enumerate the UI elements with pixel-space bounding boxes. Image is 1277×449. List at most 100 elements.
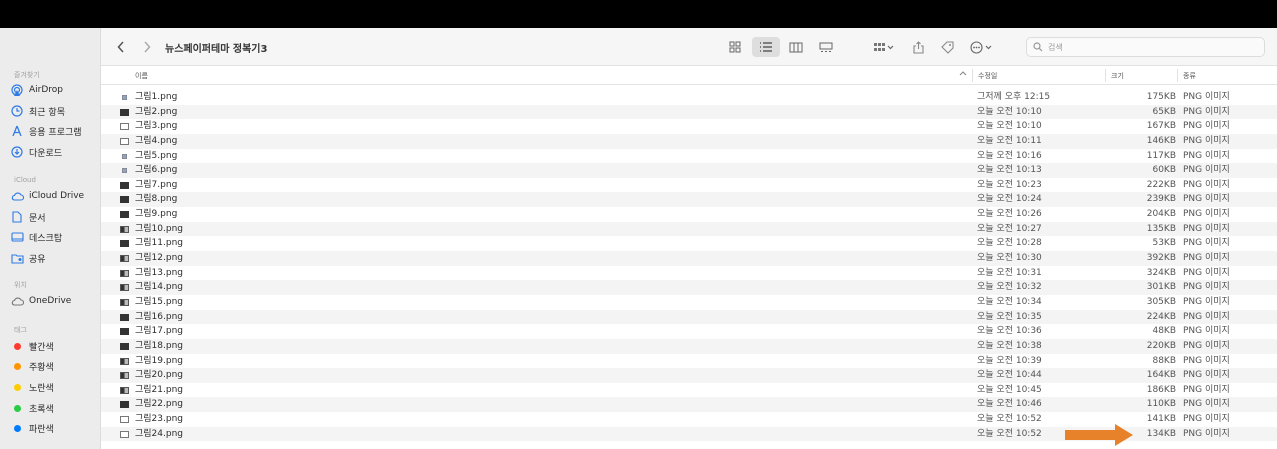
file-name: 그림6.png bbox=[135, 165, 178, 176]
file-size: 204KB bbox=[1146, 209, 1176, 220]
file-row[interactable]: 그림8.png 오늘 오전 10:24 239KB PNG 이미지 bbox=[101, 192, 1277, 208]
file-size: 186KB bbox=[1146, 384, 1176, 395]
file-list: 이름 수정일 크기 종류 그림1.png 그저께 오후 12:15 175KB PNG… bbox=[101, 66, 1277, 449]
png-file-icon bbox=[120, 137, 129, 145]
column-divider[interactable] bbox=[1105, 69, 1106, 82]
tag-dot-icon bbox=[14, 424, 21, 432]
column-header-kind[interactable]: 종류 bbox=[1183, 71, 1196, 81]
file-kind: PNG 이미지 bbox=[1183, 165, 1230, 176]
tag-red[interactable]: 빨간색 bbox=[10, 337, 54, 355]
file-row[interactable]: 그림9.png 오늘 오전 10:26 204KB PNG 이미지 bbox=[101, 207, 1277, 222]
file-kind: PNG 이미지 bbox=[1183, 282, 1230, 293]
gallery-view-button[interactable] bbox=[814, 37, 838, 57]
file-row[interactable]: 그림5.png 오늘 오전 10:16 117KB PNG 이미지 bbox=[101, 149, 1277, 164]
file-row[interactable]: 그림2.png 오늘 오전 10:10 65KB PNG 이미지 bbox=[101, 104, 1277, 120]
column-header-name[interactable]: 이름 bbox=[135, 71, 148, 81]
file-size: 239KB bbox=[1146, 194, 1176, 205]
file-row[interactable]: 그림17.png 오늘 오전 10:36 48KB PNG 이미지 bbox=[101, 324, 1277, 339]
tag-blue[interactable]: 파란색 bbox=[10, 419, 54, 437]
file-kind: PNG 이미지 bbox=[1183, 92, 1230, 102]
list-icon bbox=[760, 42, 772, 52]
file-row[interactable]: 그림16.png 오늘 오전 10:35 224KB PNG 이미지 bbox=[101, 309, 1277, 325]
file-row[interactable]: 그림15.png 오늘 오전 10:34 305KB PNG 이미지 bbox=[101, 295, 1277, 310]
png-file-icon bbox=[120, 269, 129, 277]
tag-green[interactable]: 초록색 bbox=[10, 399, 54, 417]
document-icon bbox=[10, 210, 24, 224]
file-row[interactable]: 그림19.png 오늘 오전 10:39 88KB PNG 이미지 bbox=[101, 354, 1277, 369]
applications-icon bbox=[10, 124, 24, 138]
file-row[interactable]: 그림18.png 오늘 오전 10:38 220KB PNG 이미지 bbox=[101, 338, 1277, 354]
column-header-date[interactable]: 수정일 bbox=[978, 71, 997, 81]
file-name: 그림19.png bbox=[135, 355, 184, 366]
file-name: 그림22.png bbox=[135, 399, 184, 410]
sidebar-item-label: 다운로드 bbox=[29, 148, 63, 159]
folder-title: 뉴스페이퍼테마 정복기3 bbox=[165, 44, 268, 55]
tag-yellow[interactable]: 노란색 bbox=[10, 378, 54, 396]
file-row[interactable]: 그림1.png 그저께 오후 12:15 175KB PNG 이미지 bbox=[101, 90, 1277, 105]
png-file-icon bbox=[120, 211, 129, 219]
column-header-size[interactable]: 크기 bbox=[1111, 71, 1124, 81]
file-row[interactable]: 그림6.png 오늘 오전 10:13 60KB PNG 이미지 bbox=[101, 163, 1277, 178]
more-actions-button[interactable] bbox=[967, 37, 997, 57]
group-button[interactable] bbox=[869, 37, 899, 57]
tag-orange[interactable]: 주황색 bbox=[10, 357, 54, 375]
png-file-icon bbox=[120, 372, 129, 380]
tag-label: 주황색 bbox=[29, 362, 54, 373]
sidebar-item-label: 최근 항목 bbox=[29, 107, 65, 118]
tag-dot-icon bbox=[14, 342, 21, 350]
file-row[interactable]: 그림3.png 오늘 오전 10:10 167KB PNG 이미지 bbox=[101, 119, 1277, 134]
png-file-icon bbox=[120, 357, 129, 365]
file-row[interactable]: 그림11.png 오늘 오전 10:28 53KB PNG 이미지 bbox=[101, 236, 1277, 251]
file-name: 그림7.png bbox=[135, 179, 178, 190]
file-row[interactable]: 그림22.png 오늘 오전 10:46 110KB PNG 이미지 bbox=[101, 397, 1277, 413]
file-kind: PNG 이미지 bbox=[1183, 267, 1230, 278]
file-size: 48KB bbox=[1152, 326, 1176, 337]
sidebar-item-recents[interactable]: 최근 항목 bbox=[10, 102, 65, 120]
sidebar-item-downloads[interactable]: 다운로드 bbox=[10, 143, 62, 161]
column-view-button[interactable] bbox=[785, 37, 807, 57]
sidebar-item-onedrive[interactable]: OneDrive bbox=[10, 292, 71, 310]
gallery-icon bbox=[819, 42, 833, 52]
sidebar-item-applications[interactable]: 응용 프로그램 bbox=[10, 122, 82, 140]
column-divider[interactable] bbox=[972, 69, 973, 82]
grid-icon bbox=[729, 41, 741, 53]
file-row[interactable]: 그림14.png 오늘 오전 10:32 301KB PNG 이미지 bbox=[101, 280, 1277, 295]
search-field[interactable]: 검색 bbox=[1026, 37, 1265, 57]
sidebar-item-airdrop[interactable]: AirDrop bbox=[10, 81, 63, 99]
file-row[interactable]: 그림4.png 오늘 오전 10:11 146KB PNG 이미지 bbox=[101, 133, 1277, 149]
tag-dot-icon bbox=[14, 362, 21, 370]
png-file-icon bbox=[120, 196, 129, 204]
file-row[interactable]: 그림12.png 오늘 오전 10:30 392KB PNG 이미지 bbox=[101, 251, 1277, 266]
shared-folder-icon bbox=[10, 251, 24, 265]
tag-button[interactable] bbox=[937, 37, 957, 57]
png-file-icon bbox=[122, 95, 127, 100]
file-row[interactable]: 그림21.png 오늘 오전 10:45 186KB PNG 이미지 bbox=[101, 383, 1277, 398]
file-row[interactable]: 그림10.png 오늘 오전 10:27 135KB PNG 이미지 bbox=[101, 221, 1277, 237]
file-date: 오늘 오전 10:13 bbox=[977, 165, 1042, 176]
file-name: 그림9.png bbox=[135, 209, 178, 220]
file-size: 164KB bbox=[1146, 370, 1176, 381]
file-size: 305KB bbox=[1146, 296, 1176, 307]
file-date: 오늘 오전 10:46 bbox=[977, 399, 1042, 410]
file-date: 오늘 오전 10:24 bbox=[977, 194, 1042, 205]
tag-label: 노란색 bbox=[29, 383, 54, 394]
sidebar-item-label: 응용 프로그램 bbox=[29, 127, 82, 138]
back-button[interactable] bbox=[113, 37, 129, 57]
forward-button[interactable] bbox=[139, 37, 155, 57]
sidebar-item-label: 공유 bbox=[29, 254, 46, 265]
file-row[interactable]: 그림20.png 오늘 오전 10:44 164KB PNG 이미지 bbox=[101, 368, 1277, 383]
file-size: 135KB bbox=[1146, 223, 1176, 234]
file-kind: PNG 이미지 bbox=[1183, 135, 1230, 146]
sidebar-item-icloud-drive[interactable]: iCloud Drive bbox=[10, 187, 84, 205]
toolbar: 뉴스페이퍼테마 정복기3 검색 bbox=[101, 28, 1277, 66]
list-view-button[interactable] bbox=[752, 37, 780, 57]
sidebar-item-desktop[interactable]: 데스크탑 bbox=[10, 228, 62, 246]
file-date: 그저께 오후 12:15 bbox=[977, 92, 1051, 102]
sidebar-item-shared[interactable]: 공유 bbox=[10, 249, 46, 267]
icon-view-button[interactable] bbox=[725, 37, 745, 57]
file-row[interactable]: 그림13.png 오늘 오전 10:31 324KB PNG 이미지 bbox=[101, 266, 1277, 281]
file-row[interactable]: 그림7.png 오늘 오전 10:23 222KB PNG 이미지 bbox=[101, 178, 1277, 193]
column-divider[interactable] bbox=[1177, 69, 1178, 82]
share-button[interactable] bbox=[909, 37, 927, 57]
sidebar-item-documents[interactable]: 문서 bbox=[10, 208, 46, 226]
